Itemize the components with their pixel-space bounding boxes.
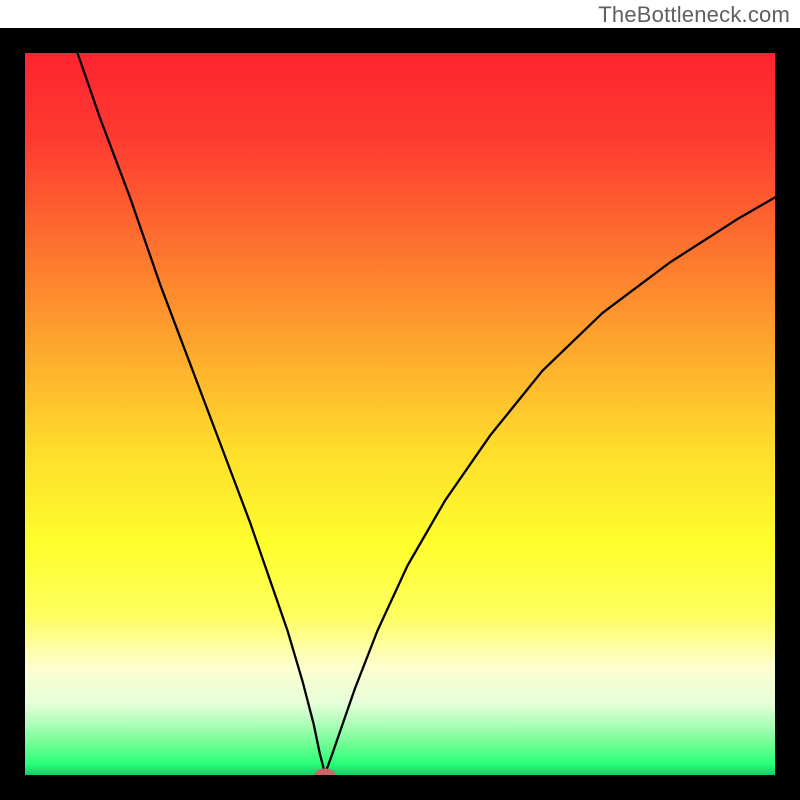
plot-area [25,53,775,775]
chart-container: TheBottleneck.com [0,0,800,800]
gradient-background [25,53,775,775]
watermark: TheBottleneck.com [598,2,790,28]
chart-frame [0,28,800,800]
plot-svg [25,53,775,775]
